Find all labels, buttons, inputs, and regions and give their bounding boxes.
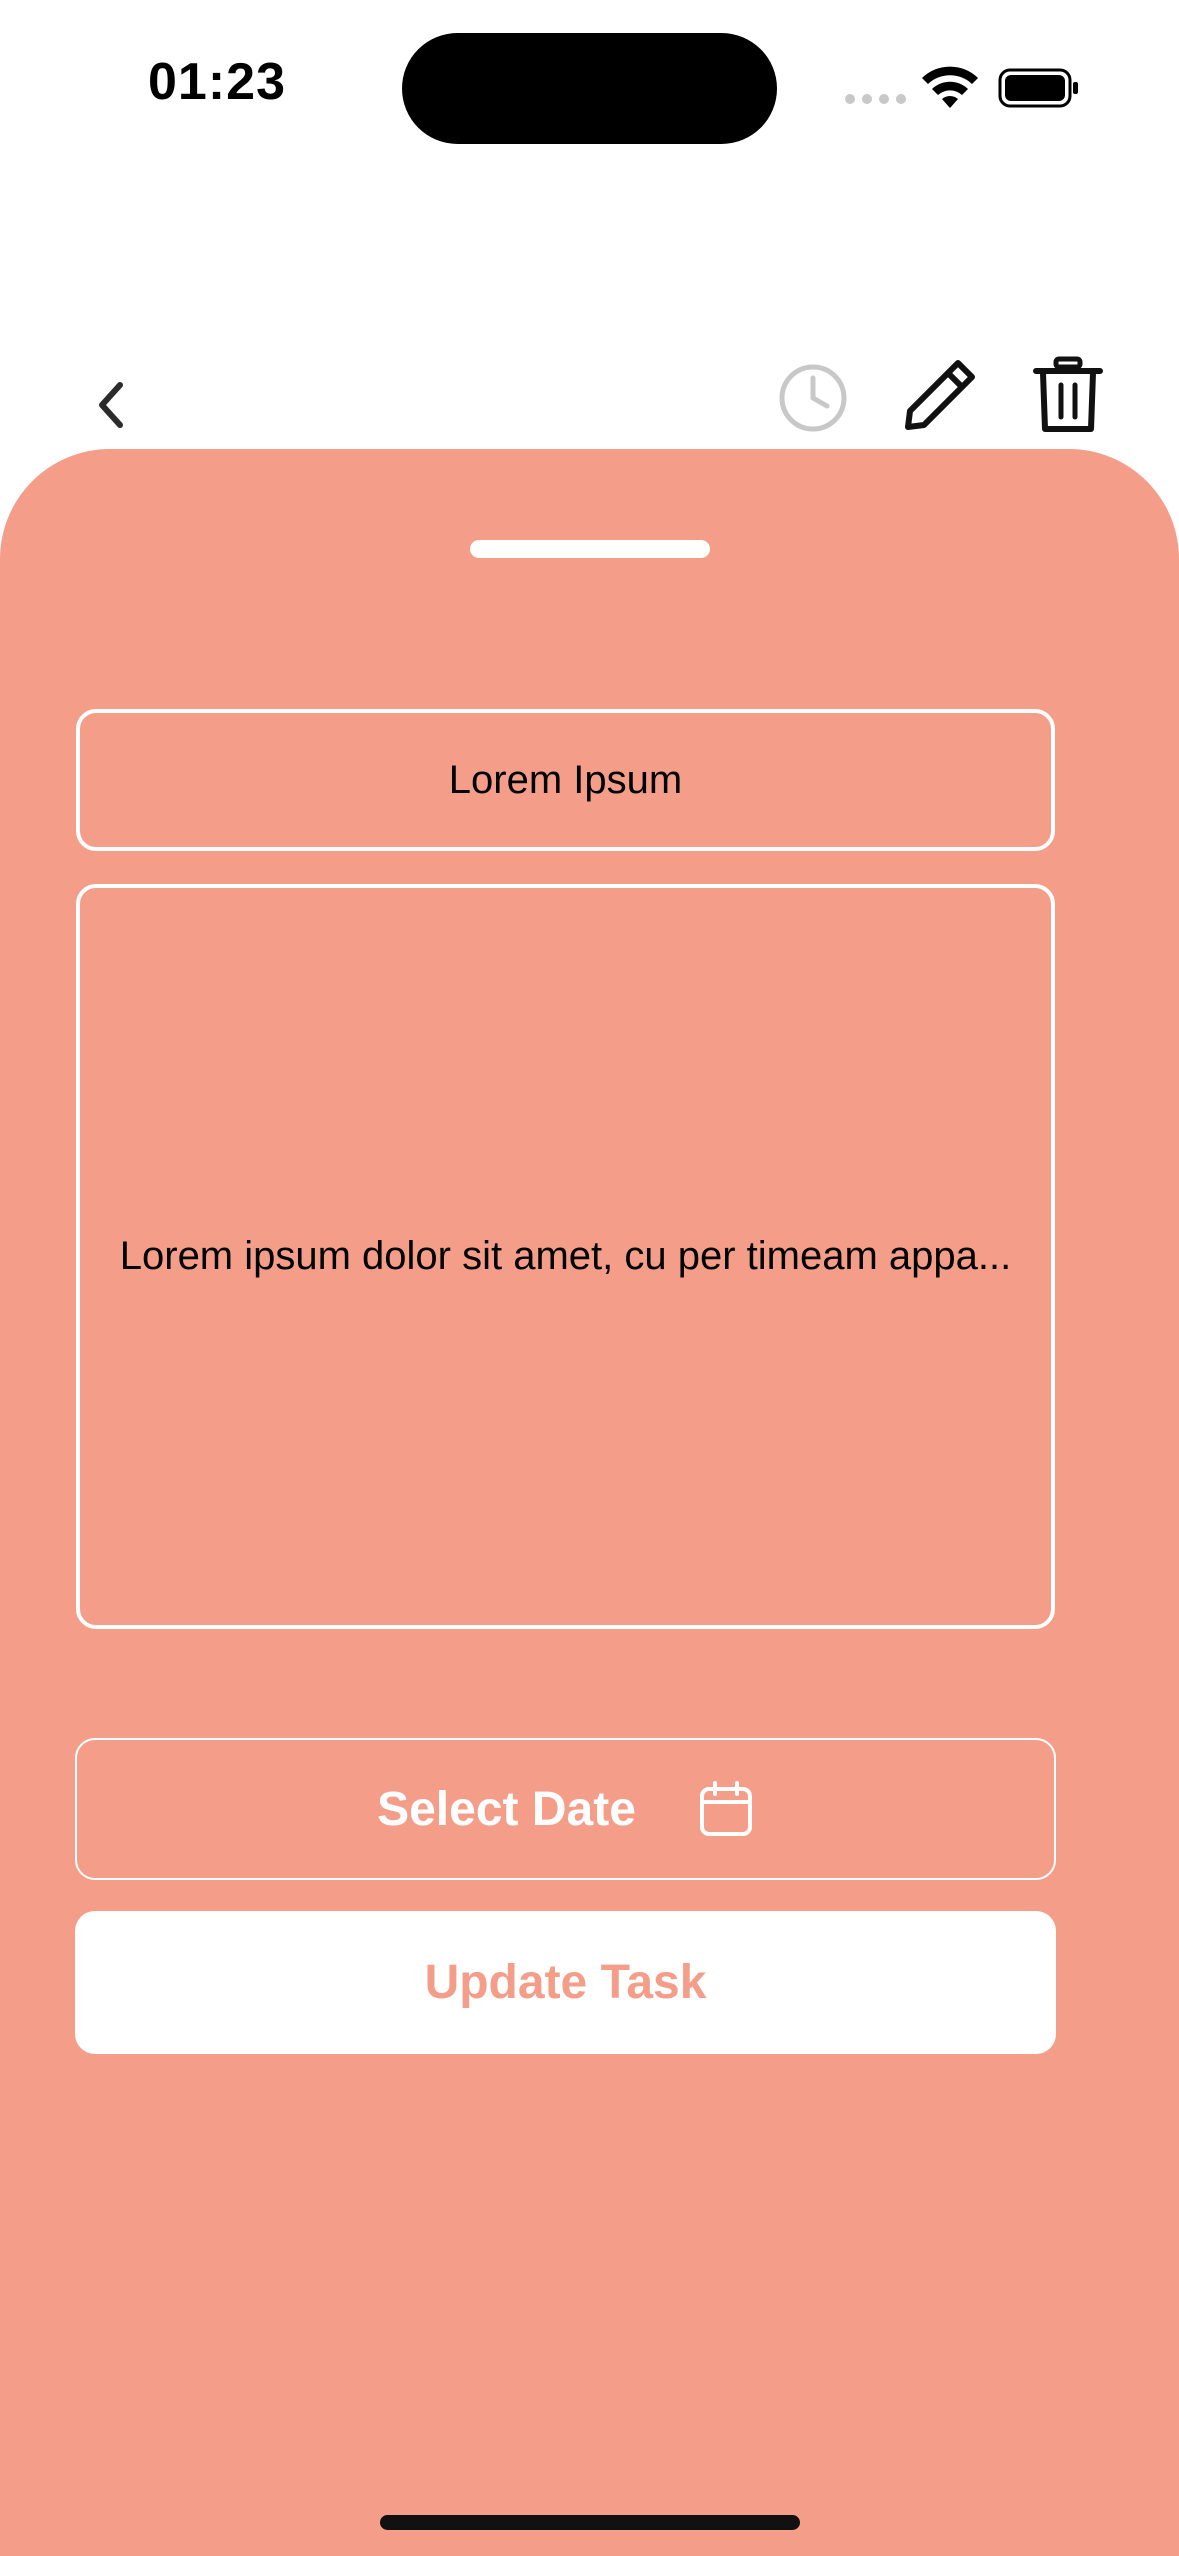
select-date-button[interactable]: Select Date [75, 1738, 1056, 1880]
task-description-field[interactable]: Lorem ipsum dolor sit amet, cu per timea… [76, 884, 1055, 1629]
select-date-label: Select Date [377, 1782, 636, 1836]
status-time: 01:23 [148, 53, 286, 111]
sheet-grabber[interactable] [470, 540, 710, 558]
calendar-icon [699, 1781, 752, 1836]
task-description-value: Lorem ipsum dolor sit amet, cu per timea… [119, 1234, 1012, 1278]
clock-icon[interactable] [775, 360, 851, 436]
task-title-field[interactable]: Lorem Ipsum [76, 709, 1055, 851]
dynamic-island [402, 33, 777, 144]
update-task-button[interactable]: Update Task [75, 1911, 1056, 2054]
update-task-label: Update Task [424, 1956, 707, 2009]
pencil-icon[interactable] [900, 355, 980, 435]
cellular-signal-icon [845, 94, 906, 104]
back-chevron-icon[interactable] [82, 370, 142, 440]
battery-icon [998, 68, 1078, 108]
wifi-icon [922, 66, 978, 108]
trash-icon[interactable] [1030, 355, 1106, 435]
task-title-value: Lorem Ipsum [448, 757, 683, 802]
home-indicator[interactable] [380, 2515, 800, 2530]
